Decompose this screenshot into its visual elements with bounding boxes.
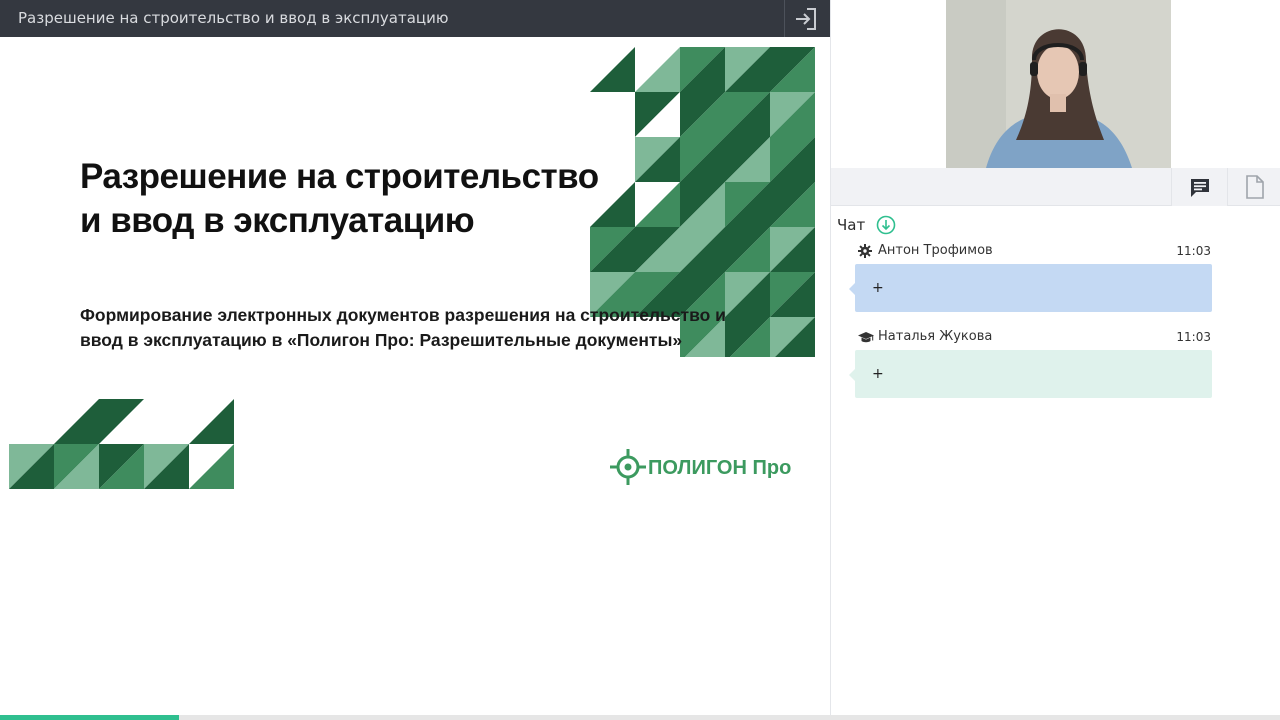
chat-message-header: Наталья Жукова 11:03: [855, 327, 1212, 347]
chat-header: Чат: [837, 214, 896, 236]
arrow-down-circle-icon: [877, 215, 896, 235]
poligon-logo: ПОЛИГОН Про: [610, 447, 810, 487]
presentation-title-bar: Разрешение на строительство и ввод в экс…: [0, 0, 830, 37]
file-icon: [1246, 175, 1264, 199]
slide-subtitle-line-1: Формирование электронных документов разр…: [80, 305, 726, 325]
chat-icon: [1191, 179, 1209, 197]
presenter-video: [946, 0, 1171, 168]
title-bar-divider: [784, 0, 785, 37]
panel-tabs: [831, 168, 1280, 206]
chat-message-author: Антон Трофимов: [878, 243, 993, 258]
playback-progress-bar[interactable]: [0, 715, 1280, 720]
slide-title-line-1: Разрешение на строительство: [80, 157, 599, 196]
slide-title-line-2: и ввод в эксплуатацию: [80, 201, 475, 240]
side-panel: Чат Антон Трофимов 11:03 + Наталья Жуков…: [830, 0, 1280, 715]
crosshair-logo-icon: [610, 449, 646, 485]
scroll-to-bottom-button[interactable]: [876, 215, 896, 235]
slide-title: Разрешение на строительство и ввод в экс…: [80, 155, 600, 243]
chat-label: Чат: [837, 216, 866, 234]
logo-text: ПОЛИГОН Про: [648, 457, 792, 479]
triangle-pattern-left: [9, 399, 234, 489]
chat-message-bubble: +: [849, 264, 1212, 312]
chat-message-time: 11:03: [1176, 244, 1211, 258]
chat-message: Наталья Жукова 11:03 +: [849, 327, 1212, 398]
slide-subtitle-line-2: ввод в эксплуатацию в «Полигон Про: Разр…: [80, 330, 683, 350]
sign-in-icon: [796, 8, 816, 30]
presentation-slide: Разрешение на строительство и ввод в экс…: [0, 37, 830, 715]
slide-subtitle: Формирование электронных документов разр…: [80, 303, 726, 353]
gear-icon: [858, 244, 872, 258]
chat-message-bubble: +: [849, 350, 1212, 398]
chat-message-author: Наталья Жукова: [878, 329, 993, 344]
exit-button[interactable]: [786, 0, 830, 37]
chat-message-header: Антон Трофимов 11:03: [855, 241, 1212, 261]
playback-progress-fill: [0, 715, 180, 720]
graduation-cap-icon: [858, 332, 874, 343]
presenter-image: [946, 0, 1171, 168]
chat-message: Антон Трофимов 11:03 +: [849, 241, 1212, 312]
presentation-title: Разрешение на строительство и ввод в экс…: [18, 9, 449, 27]
tab-files[interactable]: [1227, 168, 1280, 206]
tab-chat[interactable]: [1171, 168, 1227, 206]
chat-message-time: 11:03: [1176, 330, 1211, 344]
